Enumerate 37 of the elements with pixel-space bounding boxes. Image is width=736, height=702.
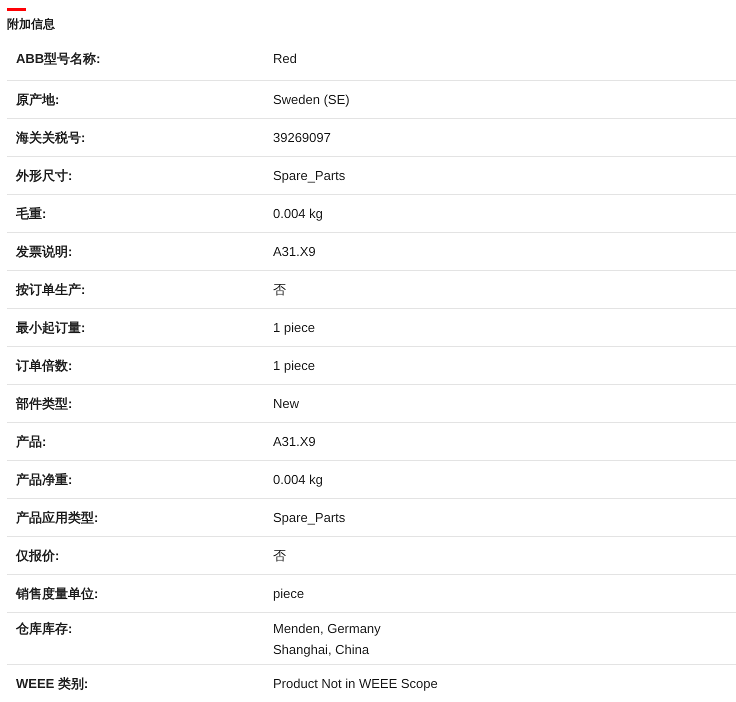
attribute-value: 否 bbox=[273, 282, 286, 298]
attribute-label: 外形尺寸: bbox=[16, 168, 74, 184]
attribute-label: 最小起订量: bbox=[16, 320, 86, 336]
attribute-value: 1 piece bbox=[273, 320, 315, 336]
attribute-label: 按订单生产: bbox=[16, 282, 86, 298]
attribute-value: New bbox=[273, 396, 300, 412]
attribute-label: 毛重: bbox=[16, 206, 48, 222]
attribute-label: 部件类型: bbox=[16, 396, 74, 412]
attribute-value: Red bbox=[273, 51, 297, 67]
attribute-value: Sweden (SE) bbox=[273, 92, 350, 108]
attribute-label: 产品: bbox=[16, 434, 48, 450]
accent-bar bbox=[7, 8, 26, 11]
attribute-value: Spare_Parts bbox=[273, 168, 346, 184]
attribute-value: Spare_Parts bbox=[273, 510, 346, 526]
attribute-value: Product Not in WEEE Scope bbox=[273, 676, 438, 692]
attribute-label: 海关关税号: bbox=[16, 130, 86, 146]
attribute-value: 0.004 kg bbox=[273, 472, 323, 488]
attribute-value: A31.X9 bbox=[273, 244, 316, 260]
attribute-value: Menden, Germany bbox=[273, 621, 381, 637]
section-title: 附加信息 bbox=[7, 16, 55, 32]
attribute-value: A31.X9 bbox=[273, 434, 316, 450]
attribute-value: 39269097 bbox=[273, 130, 331, 146]
attribute-label: 仅报价: bbox=[16, 548, 60, 564]
attribute-label: 产品应用类型: bbox=[16, 510, 100, 526]
attribute-label: 仓库库存: bbox=[16, 621, 74, 638]
attribute-value: 否 bbox=[273, 548, 286, 564]
attribute-label: 原产地: bbox=[16, 92, 60, 108]
attribute-label: WEEE 类别: bbox=[16, 676, 90, 692]
attribute-label: 销售度量单位: bbox=[16, 586, 100, 602]
attribute-label: 产品净重: bbox=[16, 472, 74, 488]
attribute-value: piece bbox=[273, 586, 304, 602]
attribute-value: 1 piece bbox=[273, 358, 315, 374]
attribute-label: ABB型号名称: bbox=[16, 51, 102, 67]
attribute-label: 发票说明: bbox=[16, 244, 74, 260]
attribute-value: 0.004 kg bbox=[273, 206, 323, 222]
attribute-value: Shanghai, China bbox=[273, 642, 370, 658]
attribute-label: 订单倍数: bbox=[16, 358, 74, 374]
